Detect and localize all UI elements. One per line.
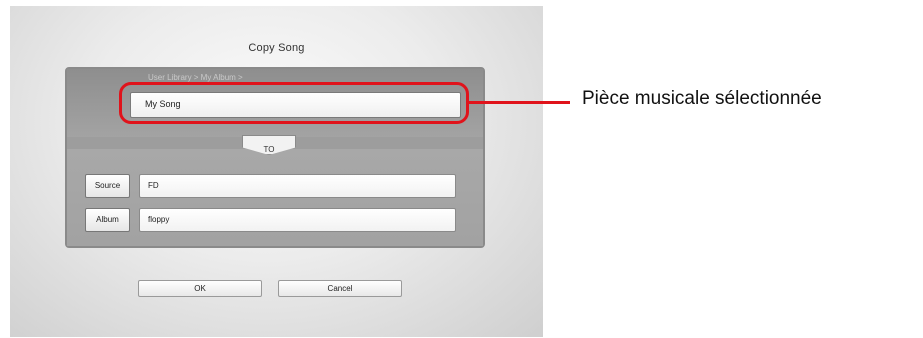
source-button[interactable]: Source <box>85 174 130 198</box>
album-field[interactable]: floppy <box>139 208 456 232</box>
source-field[interactable]: FD <box>139 174 456 198</box>
selection-highlight <box>119 82 469 124</box>
callout-label: Pièce musicale sélectionnée <box>582 88 822 109</box>
device-screen: Copy Song User Library > My Album > My S… <box>10 6 543 337</box>
cancel-button[interactable]: Cancel <box>278 280 402 297</box>
callout-line <box>469 101 570 104</box>
ok-button[interactable]: OK <box>138 280 262 297</box>
breadcrumb: User Library > My Album > <box>148 73 243 82</box>
dialog-title: Copy Song <box>248 42 305 54</box>
destination-section: Source FD Album floppy <box>67 149 483 246</box>
album-button[interactable]: Album <box>85 208 130 232</box>
to-label: TO <box>263 145 275 154</box>
